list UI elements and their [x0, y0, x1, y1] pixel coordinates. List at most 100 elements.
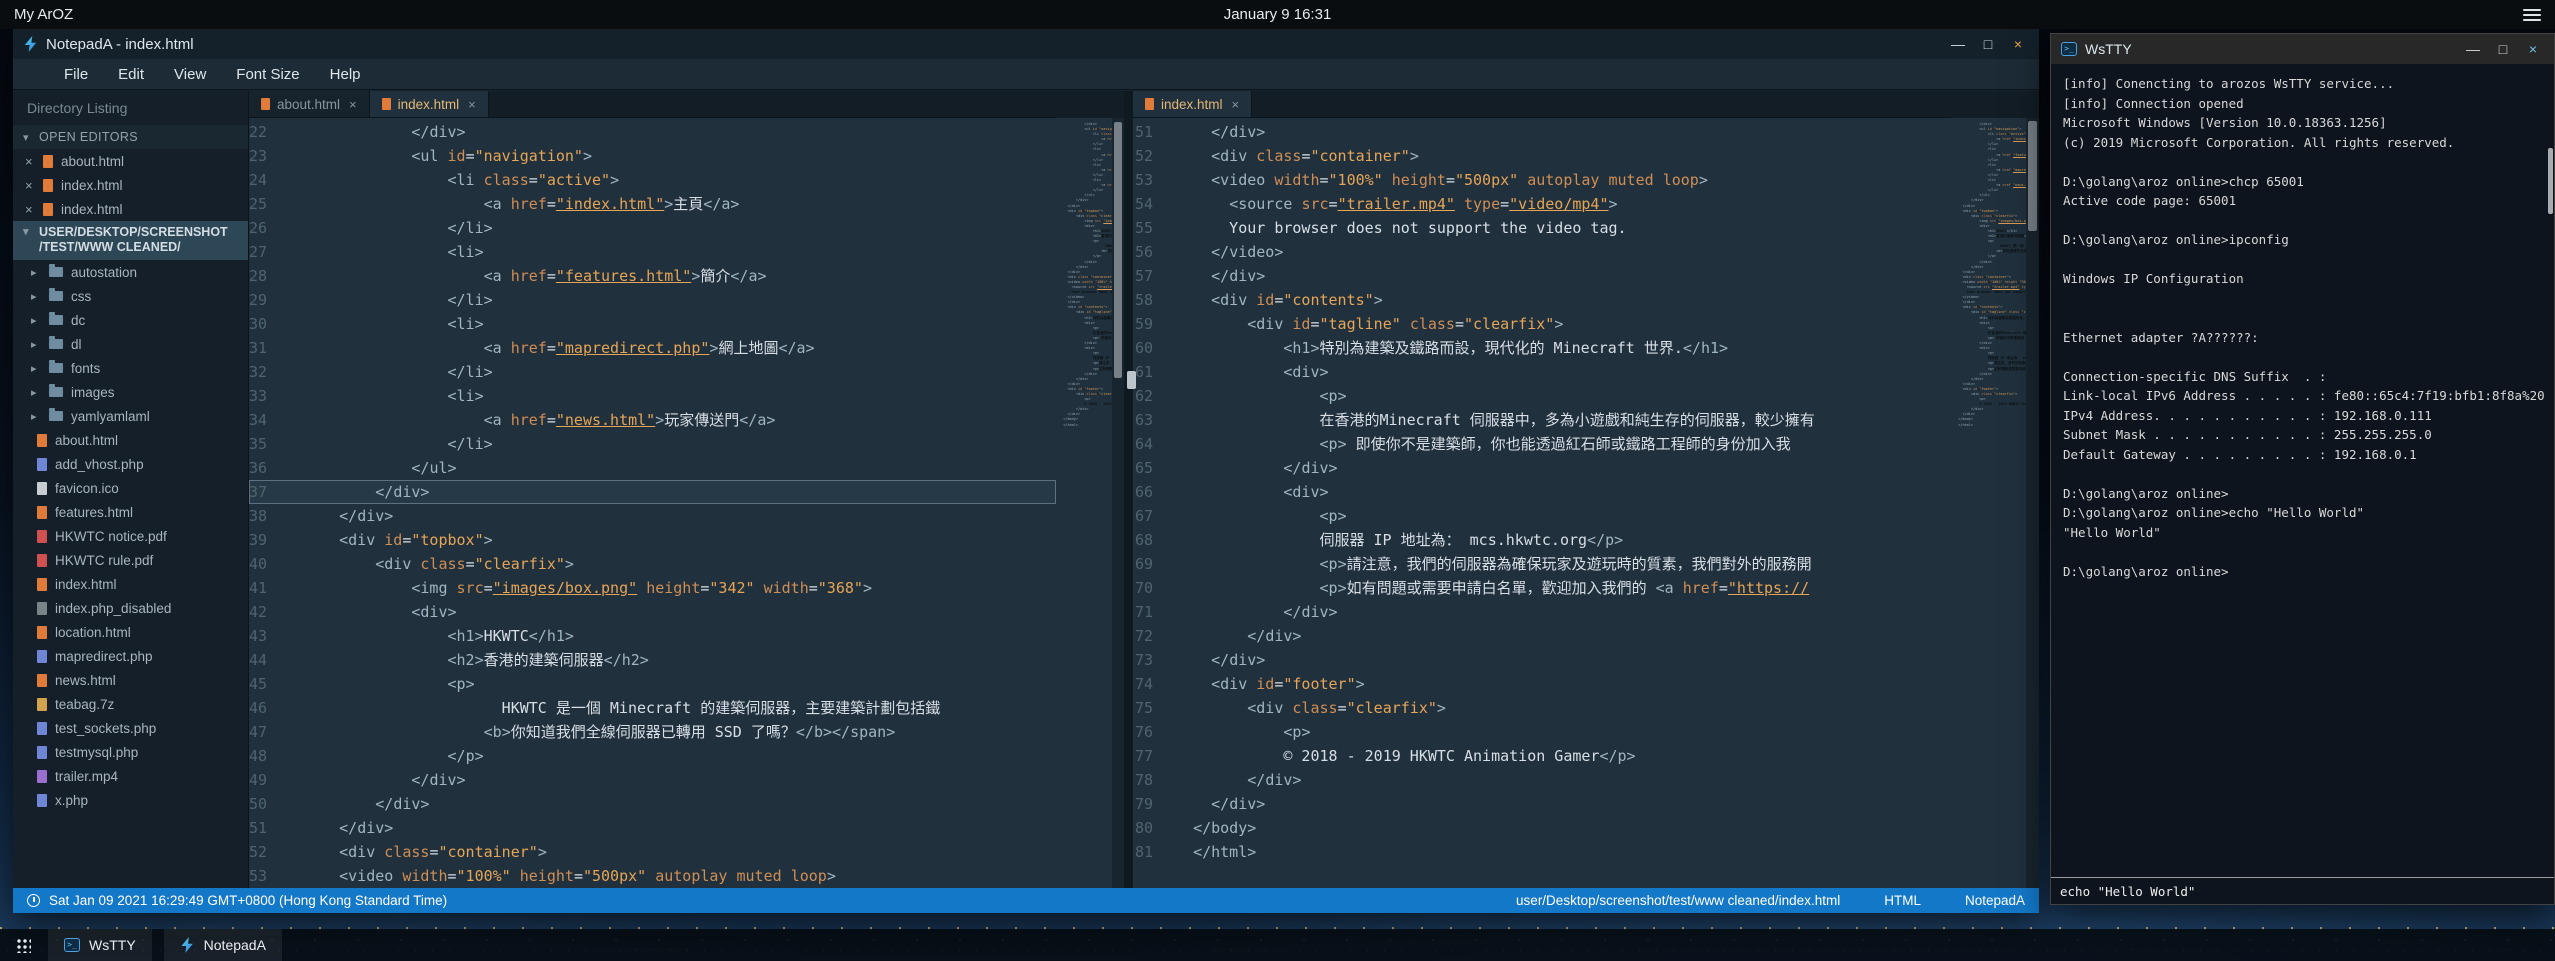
code-line[interactable]: 34 <a href="news.html">玩家傳送門</a>: [249, 408, 1056, 432]
code-line[interactable]: 48 </p>: [249, 744, 1056, 768]
scrollbar-thumb[interactable]: [2028, 121, 2037, 231]
code-line[interactable]: 80 </body>: [1133, 816, 1951, 840]
maximize-button[interactable]: □: [2488, 34, 2518, 64]
code-line[interactable]: 81 </html>: [1133, 840, 1951, 864]
code-line[interactable]: 22 </div>: [249, 120, 1056, 144]
close-icon[interactable]: ×: [25, 202, 35, 217]
file-item-HKWTC notice.pdf[interactable]: HKWTC notice.pdf: [13, 524, 248, 548]
file-item-mapredirect.php[interactable]: mapredirect.php: [13, 644, 248, 668]
code-editor-left[interactable]: 22 </div>23 <ul id="navigation">24 <li c…: [249, 118, 1056, 888]
code-line[interactable]: 58 <div id="contents">: [1133, 288, 1951, 312]
minimize-button[interactable]: —: [1943, 29, 1973, 59]
code-line[interactable]: 56 </video>: [1133, 240, 1951, 264]
code-line[interactable]: 41 <img src="images/box.png" height="342…: [249, 576, 1056, 600]
code-line[interactable]: 73 </div>: [1133, 648, 1951, 672]
pane-splitter-handle[interactable]: [1127, 371, 1136, 389]
code-line[interactable]: 39 <div id="topbox">: [249, 528, 1056, 552]
code-line[interactable]: 38 </div>: [249, 504, 1056, 528]
close-icon[interactable]: ×: [468, 97, 476, 112]
code-line[interactable]: 49 </div>: [249, 768, 1056, 792]
file-item-location.html[interactable]: location.html: [13, 620, 248, 644]
hamburger-menu-icon[interactable]: [2523, 9, 2541, 21]
code-line[interactable]: 57 </div>: [1133, 264, 1951, 288]
file-item-features.html[interactable]: features.html: [13, 500, 248, 524]
wstty-titlebar[interactable]: WsTTY —□×: [2051, 34, 2554, 64]
code-line[interactable]: 30 <li>: [249, 312, 1056, 336]
maximize-button[interactable]: □: [1973, 29, 2003, 59]
code-line[interactable]: 24 <li class="active">: [249, 168, 1056, 192]
code-line[interactable]: 74 <div id="footer">: [1133, 672, 1951, 696]
workspace-folder-header[interactable]: ▾ USER/DESKTOP/SCREENSHOT /TEST/WWW CLEA…: [13, 221, 248, 260]
close-icon[interactable]: ×: [349, 97, 357, 112]
file-item-test_sockets.php[interactable]: test_sockets.php: [13, 716, 248, 740]
open-editors-header[interactable]: ▾ OPEN EDITORS: [13, 125, 248, 149]
scrollbar-thumb[interactable]: [2548, 148, 2553, 214]
code-line[interactable]: 78 </div>: [1133, 768, 1951, 792]
open-editor-item[interactable]: ×index.html: [13, 173, 248, 197]
code-line[interactable]: 36 </ul>: [249, 456, 1056, 480]
file-item-about.html[interactable]: about.html: [13, 428, 248, 452]
menu-edit[interactable]: Edit: [103, 61, 159, 88]
code-line[interactable]: 51 </div>: [1133, 120, 1951, 144]
close-icon[interactable]: ×: [25, 178, 35, 193]
code-line[interactable]: 44 <h2>香港的建築伺服器</h2>: [249, 648, 1056, 672]
code-line[interactable]: 70 <p>如有問題或需要申請白名單，歡迎加入我們的 <a href="http…: [1133, 576, 1951, 600]
close-icon[interactable]: ×: [25, 154, 35, 169]
code-line[interactable]: 53 <video width="100%" height="500px" au…: [249, 864, 1056, 888]
close-button[interactable]: ×: [2003, 29, 2033, 59]
code-line[interactable]: 26 </li>: [249, 216, 1056, 240]
code-line[interactable]: 79 </div>: [1133, 792, 1951, 816]
code-line[interactable]: 50 </div>: [249, 792, 1056, 816]
file-item-testmysql.php[interactable]: testmysql.php: [13, 740, 248, 764]
minimap-left[interactable]: </div> <ul id="navigation"> <li class="a…: [1056, 118, 1112, 888]
code-line[interactable]: 75 <div class="clearfix">: [1133, 696, 1951, 720]
file-item-favicon.ico[interactable]: favicon.ico: [13, 476, 248, 500]
minimize-button[interactable]: —: [2458, 34, 2488, 64]
code-line[interactable]: 64 <p> 即使你不是建築師，你也能透過紅石師或鐵路工程師的身份加入我: [1133, 432, 1951, 456]
open-editor-item[interactable]: ×index.html: [13, 197, 248, 221]
code-line[interactable]: 60 <h1>特別為建築及鐵路而設，現代化的 Minecraft 世界.</h1…: [1133, 336, 1951, 360]
scrollbar-left[interactable]: [1112, 118, 1124, 888]
folder-item-yamlyamlaml[interactable]: ▸yamlyamlaml: [13, 404, 248, 428]
code-line[interactable]: 46 HKWTC 是一個 Minecraft 的建築伺服器，主要建築計劃包括鐵: [249, 696, 1056, 720]
code-line[interactable]: 31 <a href="mapredirect.php">網上地圖</a>: [249, 336, 1056, 360]
close-button[interactable]: ×: [2518, 34, 2548, 64]
close-icon[interactable]: ×: [1232, 97, 1240, 112]
code-line[interactable]: 55 Your browser does not support the vid…: [1133, 216, 1951, 240]
file-item-add_vhost.php[interactable]: add_vhost.php: [13, 452, 248, 476]
code-line[interactable]: 29 </li>: [249, 288, 1056, 312]
file-item-HKWTC rule.pdf[interactable]: HKWTC rule.pdf: [13, 548, 248, 572]
editor-tab-index.html[interactable]: index.html×: [1133, 91, 1252, 117]
code-line[interactable]: 59 <div id="tagline" class="clearfix">: [1133, 312, 1951, 336]
editor-tab-index.html[interactable]: index.html×: [370, 91, 489, 117]
notepada-titlebar[interactable]: NotepadA - index.html —□×: [13, 29, 2039, 59]
code-line[interactable]: 25 <a href="index.html">主頁</a>: [249, 192, 1056, 216]
file-item-index.php_disabled[interactable]: index.php_disabled: [13, 596, 248, 620]
code-line[interactable]: 53 <video width="100%" height="500px" au…: [1133, 168, 1951, 192]
code-editor-right[interactable]: 51 </div>52 <div class="container">53 <v…: [1133, 118, 1951, 888]
minimap-right[interactable]: </div> <ul id="navigation"> <li class="a…: [1951, 118, 2026, 888]
file-item-news.html[interactable]: news.html: [13, 668, 248, 692]
code-line[interactable]: 23 <ul id="navigation">: [249, 144, 1056, 168]
code-line[interactable]: 62 <p>: [1133, 384, 1951, 408]
code-line[interactable]: 69 <p>請注意，我們的伺服器為確保玩家及遊玩時的質素，我們對外的服務開: [1133, 552, 1951, 576]
folder-item-css[interactable]: ▸css: [13, 284, 248, 308]
code-line[interactable]: 63 在香港的Minecraft 伺服器中，多為小遊戲和純生存的伺服器，較少擁有: [1133, 408, 1951, 432]
code-line[interactable]: 72 </div>: [1133, 624, 1951, 648]
app-launcher-button[interactable]: [10, 932, 36, 958]
code-line[interactable]: 28 <a href="features.html">簡介</a>: [249, 264, 1056, 288]
code-line[interactable]: 68 伺服器 IP 地址為： mcs.hkwtc.org</p>: [1133, 528, 1951, 552]
code-line[interactable]: 66 <div>: [1133, 480, 1951, 504]
code-line[interactable]: 61 <div>: [1133, 360, 1951, 384]
menu-help[interactable]: Help: [315, 61, 376, 88]
statusbar-language[interactable]: HTML: [1884, 893, 1921, 908]
folder-item-dc[interactable]: ▸dc: [13, 308, 248, 332]
file-item-x.php[interactable]: x.php: [13, 788, 248, 812]
code-line[interactable]: 76 <p>: [1133, 720, 1951, 744]
folder-item-fonts[interactable]: ▸fonts: [13, 356, 248, 380]
code-line[interactable]: 47 <b>你知道我們全線伺服器已轉用 SSD 了嗎？</b></span>: [249, 720, 1056, 744]
menu-view[interactable]: View: [159, 61, 221, 88]
code-line[interactable]: 42 <div>: [249, 600, 1056, 624]
menu-font-size[interactable]: Font Size: [221, 61, 314, 88]
file-item-trailer.mp4[interactable]: trailer.mp4: [13, 764, 248, 788]
